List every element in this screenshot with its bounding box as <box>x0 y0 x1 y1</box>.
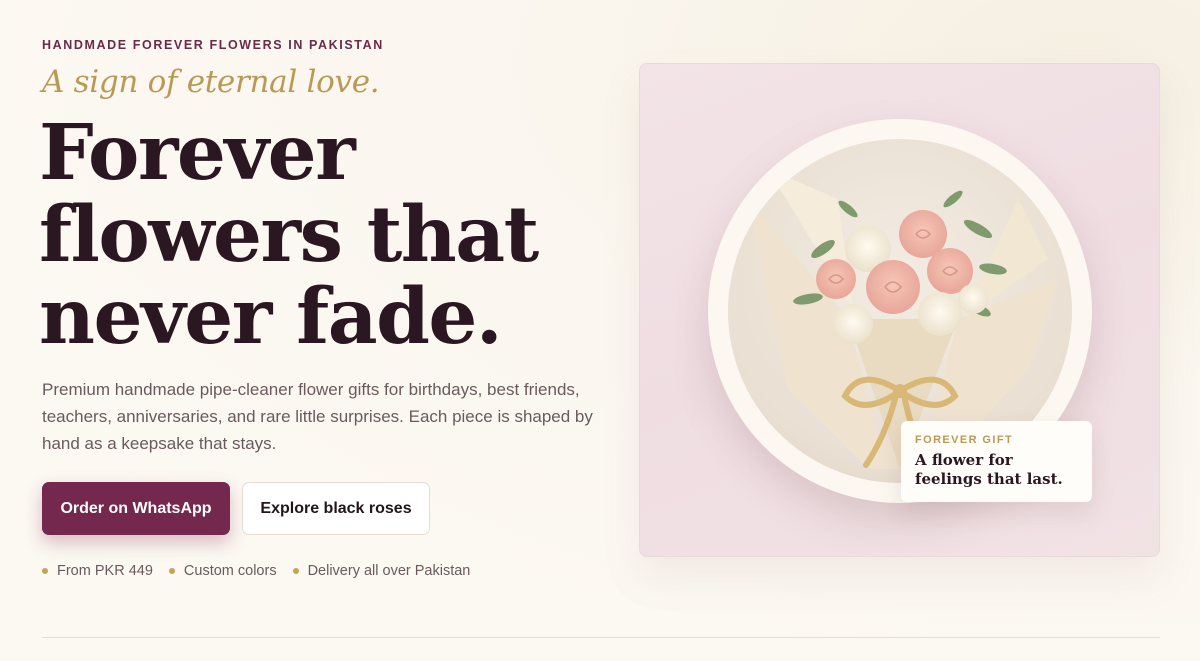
eyebrow-label: HANDMADE FOREVER FLOWERS IN PAKISTAN <box>42 38 384 52</box>
feature-card: FOREVER GIFT A flower for feelings that … <box>639 63 1160 557</box>
badge-kicker: FOREVER GIFT <box>915 434 1014 446</box>
bullet-dot-icon <box>292 568 299 574</box>
headline-line: flowers that <box>39 190 539 280</box>
forever-gift-badge: FOREVER GIFT A flower for feelings that … <box>901 421 1092 502</box>
bullet-dot-icon <box>42 568 48 574</box>
perk-label: Delivery all over Pakistan <box>307 563 471 579</box>
hero-description: Premium handmade pipe-cleaner flower gif… <box>42 380 593 453</box>
perk-label: Custom colors <box>183 563 277 579</box>
bullet-dot-icon <box>168 568 175 574</box>
explore-black-roses-button[interactable]: Explore black roses <box>242 482 430 535</box>
headline-line: Forever <box>39 108 356 198</box>
perk-label: From PKR 449 <box>57 563 153 579</box>
tagline: A sign of eternal love. <box>42 64 380 100</box>
page-title: Forever flowers that never fade. <box>39 112 659 358</box>
section-divider <box>42 637 1160 638</box>
order-whatsapp-button[interactable]: Order on WhatsApp <box>42 482 230 535</box>
badge-line: feelings that last. <box>915 470 1063 488</box>
headline-line: never fade. <box>39 272 503 362</box>
badge-line: A flower for <box>915 451 1013 469</box>
perks-list: From PKR 449 Custom colors Delivery all … <box>42 563 470 579</box>
perk-item: Delivery all over Pakistan <box>292 563 471 579</box>
badge-text: A flower for feelings that last. <box>915 451 1078 489</box>
perk-item: From PKR 449 <box>42 563 153 579</box>
perk-item: Custom colors <box>168 563 277 579</box>
